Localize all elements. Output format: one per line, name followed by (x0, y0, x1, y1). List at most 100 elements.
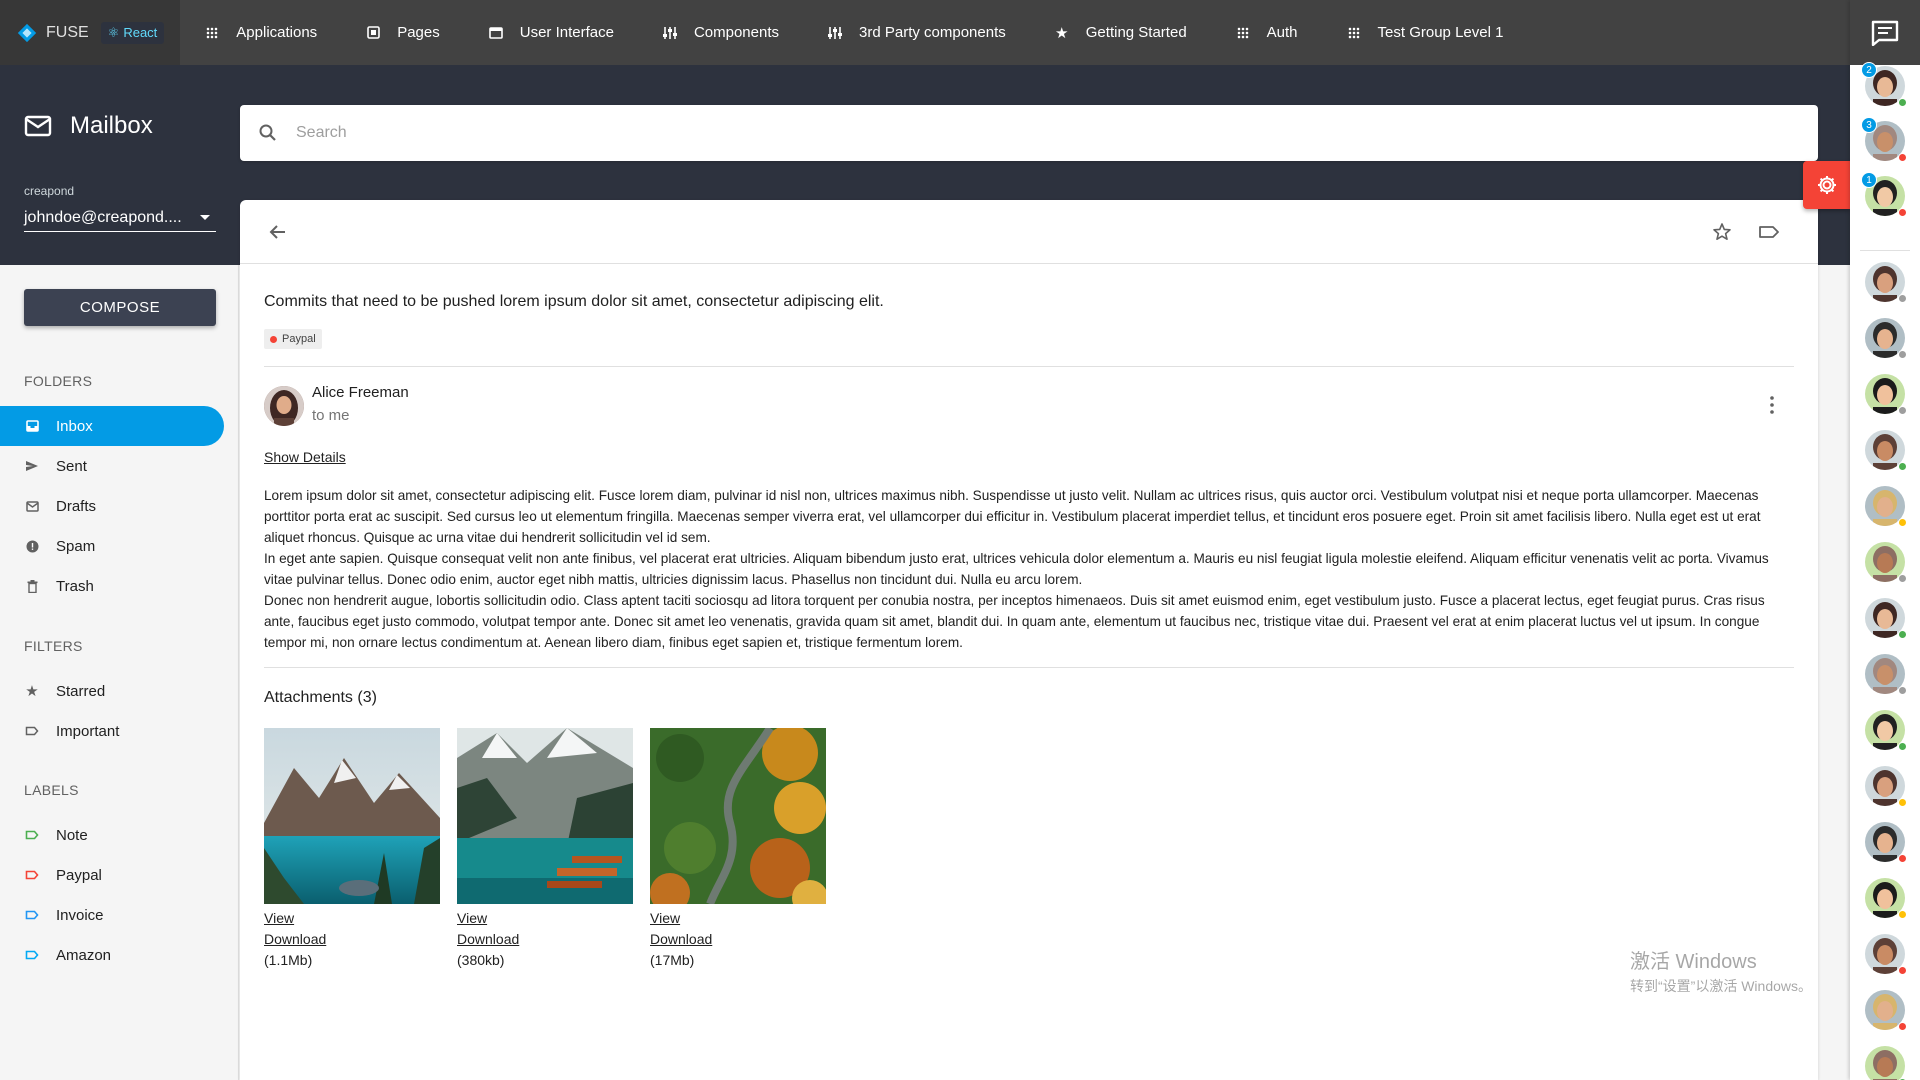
contact-avatar[interactable] (1865, 430, 1907, 471)
label-invoice[interactable]: Invoice (0, 895, 224, 935)
delete-icon (24, 578, 40, 594)
folder-inbox[interactable]: Inbox (0, 406, 224, 446)
folder-trash[interactable]: Trash (0, 566, 224, 606)
account-select[interactable]: johndoe@creapond.... (24, 204, 216, 232)
download-link[interactable]: Download (264, 929, 440, 950)
show-details-link[interactable]: Show Details (264, 449, 346, 465)
contact-avatar[interactable] (1865, 542, 1907, 583)
download-link[interactable]: Download (457, 929, 633, 950)
nav-3rd-party-components[interactable]: 3rd Party components (803, 0, 1030, 65)
status-indicator (1898, 910, 1907, 919)
search-input[interactable] (296, 124, 1696, 142)
status-indicator (1898, 798, 1907, 807)
label-icon (24, 827, 40, 843)
contact-avatar[interactable] (1865, 654, 1907, 695)
unread-badge: 2 (1861, 62, 1877, 78)
status-indicator (1898, 208, 1907, 217)
contact-avatar[interactable] (1865, 710, 1907, 751)
contact-avatar[interactable] (1865, 486, 1907, 527)
brand-name: FUSE (46, 23, 89, 41)
attachment-links: View Download (17Mb) (650, 908, 826, 971)
star-outline-icon[interactable] (1712, 222, 1732, 242)
contact-avatar[interactable]: 2 (1861, 62, 1907, 107)
view-link[interactable]: View (650, 908, 826, 929)
attachment-item: View Download (380kb) (457, 728, 633, 971)
more-vert-icon[interactable] (1770, 396, 1774, 414)
download-link[interactable]: Download (650, 929, 826, 950)
contact-avatar[interactable] (1865, 878, 1907, 919)
status-indicator (1898, 406, 1907, 415)
status-indicator (1898, 98, 1907, 107)
label-icon (24, 947, 40, 963)
nav-getting-started[interactable]: ★ Getting Started (1030, 0, 1211, 65)
web-icon (488, 25, 504, 41)
watermark-line: 激活 Windows (1630, 951, 1757, 973)
nav-test-group-level-1[interactable]: Test Group Level 1 (1322, 0, 1528, 65)
status-indicator (1898, 462, 1907, 471)
view-link[interactable]: View (264, 908, 440, 929)
folder-drafts[interactable]: Drafts (0, 486, 224, 526)
account-value: johndoe@creapond.... (24, 208, 182, 226)
nav-label: 3rd Party components (859, 24, 1006, 41)
status-indicator (1898, 630, 1907, 639)
contact-avatar[interactable] (1865, 262, 1907, 303)
attachment-thumbnail[interactable] (457, 728, 633, 904)
attachment-links: View Download (1.1Mb) (264, 908, 440, 971)
contact-avatar[interactable] (1865, 934, 1907, 975)
folder-spam[interactable]: Spam (0, 526, 224, 566)
top-navbar: FUSE ⚛ React Applications Pages User Int… (0, 0, 1850, 65)
search-icon (259, 124, 276, 141)
arrow-back-icon[interactable] (268, 222, 288, 242)
apps-icon (1235, 25, 1251, 41)
view-link[interactable]: View (457, 908, 633, 929)
filter-starred[interactable]: ★ Starred (0, 671, 224, 711)
status-indicator (1898, 854, 1907, 863)
label-name: Paypal (56, 866, 102, 884)
label-paypal[interactable]: Paypal (0, 855, 224, 895)
folder-sent[interactable]: Sent (0, 446, 224, 486)
filters-title: FILTERS (24, 638, 83, 654)
mail-details-card: Commits that need to be pushed lorem ips… (240, 200, 1818, 1080)
tune-icon (827, 25, 843, 41)
contact-avatar[interactable]: 3 (1861, 117, 1907, 162)
divider (1860, 250, 1910, 251)
labels-title: LABELS (24, 782, 79, 798)
contact-avatar[interactable] (1865, 374, 1907, 415)
mail-tag[interactable]: Paypal (264, 329, 322, 349)
nav-components[interactable]: Components (638, 0, 803, 65)
contact-avatar[interactable]: 1 (1861, 172, 1907, 217)
account-label: creapond (24, 184, 75, 198)
label-amazon[interactable]: Amazon (0, 935, 224, 975)
folder-label: Trash (56, 577, 94, 595)
attachment-links: View Download (380kb) (457, 908, 633, 971)
filter-important[interactable]: Important (0, 711, 224, 751)
contact-avatar[interactable] (1865, 990, 1907, 1031)
settings-button[interactable] (1803, 161, 1850, 209)
nav-pages[interactable]: Pages (341, 0, 464, 65)
label-outline-icon[interactable] (1758, 222, 1780, 242)
status-indicator (1898, 350, 1907, 359)
mail-paragraph: Donec non hendrerit augue, lobortis soll… (264, 593, 1765, 650)
tag-color-dot (270, 335, 277, 343)
nav-applications[interactable]: Applications (180, 0, 341, 65)
contact-avatar[interactable] (1865, 1046, 1907, 1080)
nav-user-interface[interactable]: User Interface (464, 0, 638, 65)
contact-avatar[interactable] (1865, 598, 1907, 639)
nav-label: Auth (1266, 24, 1298, 41)
label-name: Amazon (56, 946, 112, 964)
file-size: (1.1Mb) (264, 952, 313, 968)
mail-paragraph: Lorem ipsum dolor sit amet, consectetur … (264, 488, 1761, 545)
label-note[interactable]: Note (0, 815, 224, 855)
contact-avatar[interactable] (1865, 822, 1907, 863)
contact-avatar[interactable] (1865, 318, 1907, 359)
attachment-thumbnail[interactable] (264, 728, 440, 904)
apps-icon (1346, 25, 1362, 41)
attachment-thumbnail[interactable] (650, 728, 826, 904)
nav-auth[interactable]: Auth (1211, 0, 1322, 65)
mail-body: Lorem ipsum dolor sit amet, consectetur … (264, 485, 1794, 653)
contact-avatar[interactable] (1865, 766, 1907, 807)
compose-button[interactable]: COMPOSE (24, 289, 216, 326)
brand[interactable]: FUSE ⚛ React (0, 0, 181, 65)
status-indicator (1898, 686, 1907, 695)
chat-toggle-button[interactable] (1850, 0, 1920, 65)
